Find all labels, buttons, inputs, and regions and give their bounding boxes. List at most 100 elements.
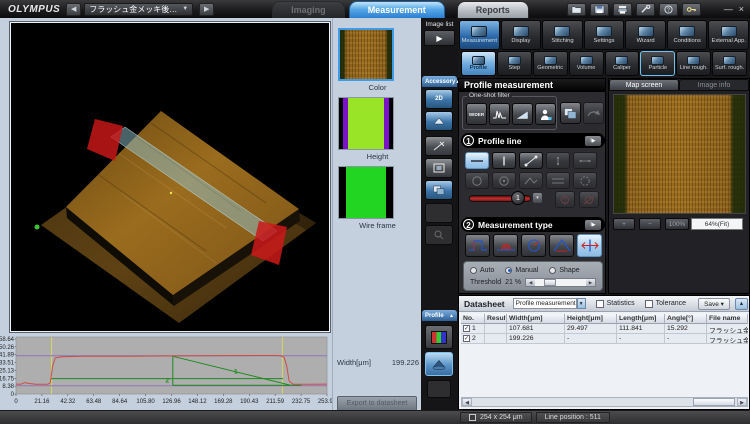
marker-add-button[interactable] (555, 191, 575, 208)
wider-filter-button[interactable]: WIDER (466, 103, 487, 125)
minimize-button[interactable]: — (724, 5, 733, 14)
line-dashed-circle-button[interactable] (573, 172, 597, 189)
accessory-2d-3d-toggle-button[interactable]: 2D (425, 89, 453, 109)
tools-button[interactable] (636, 3, 655, 16)
col-height[interactable]: Height[μm] (565, 314, 617, 324)
threshold-decrease-button[interactable]: ◀ (526, 279, 535, 286)
line-width-slider-knob[interactable]: 1 (511, 191, 525, 205)
ribbon-external-app-button[interactable]: External App. (708, 20, 749, 50)
ribbon-profile-button[interactable]: Profile (461, 51, 496, 76)
col-angle[interactable]: Angle[°] (665, 314, 707, 324)
tab-reports[interactable]: Reports (457, 1, 529, 18)
table-row[interactable]: ✓1 107.681 29.497 111.841 15.292 フラッシュ金 (461, 324, 748, 334)
profile-disabled-button[interactable] (427, 380, 451, 398)
ribbon-wizard-button[interactable]: Wizard (625, 20, 666, 50)
threshold-slider-thumb[interactable] (544, 279, 556, 286)
profile-color-view-button[interactable] (425, 325, 453, 349)
chevron-down-icon[interactable]: ▼ (577, 298, 586, 309)
row-checkbox[interactable]: ✓ (463, 325, 470, 332)
accessory-disabled-button[interactable] (425, 203, 453, 223)
ribbon-settings-button[interactable]: Settings (584, 20, 625, 50)
accessory-frame-button[interactable] (425, 158, 453, 178)
marker-delete-button[interactable] (579, 191, 599, 208)
datasheet-collapse-button[interactable]: ▲ (735, 298, 748, 310)
threshold-increase-button[interactable]: ▶ (586, 279, 595, 286)
statistics-checkbox[interactable] (596, 300, 604, 308)
profile-chart[interactable]: 08.3816.7525.1333.5141.8950.2658.64021.1… (0, 336, 332, 410)
ribbon-particle-button[interactable]: Particle (640, 51, 675, 76)
line-parallel-button[interactable] (546, 172, 570, 189)
line-horizontal-button[interactable] (465, 152, 489, 169)
image-compare-button[interactable] (560, 102, 581, 124)
line-free-button[interactable] (519, 152, 543, 169)
thumbnail-height[interactable] (338, 97, 394, 150)
accessory-measure-button[interactable] (425, 111, 453, 131)
section-apply-button[interactable]: I▶ (585, 220, 601, 230)
open-folder-button[interactable] (567, 3, 586, 16)
col-result[interactable]: Result (485, 314, 507, 324)
ribbon-geometric-button[interactable]: Geometric (533, 51, 568, 76)
ribbon-measurement-button[interactable]: Measurement (459, 20, 500, 50)
map-preview-image[interactable] (613, 94, 746, 214)
line-polyline-button[interactable] (519, 172, 543, 189)
ribbon-stitching-button[interactable]: Stitching (542, 20, 583, 50)
ribbon-conditions-button[interactable]: Conditions (667, 20, 708, 50)
section-apply-button[interactable]: I▶ (585, 136, 601, 146)
tab-measurement[interactable]: Measurement (349, 1, 445, 18)
prev-document-button[interactable]: ◀ (66, 3, 81, 16)
document-selector[interactable]: フラッシュ金メッキ後… ▼ (84, 3, 193, 16)
scroll-right-button[interactable]: ▶ (737, 398, 747, 406)
tolerance-checkbox[interactable] (645, 300, 653, 308)
print-button[interactable] (613, 3, 632, 16)
undo-filter-button[interactable] (583, 102, 604, 124)
tab-image-info[interactable]: Image info (679, 79, 749, 91)
image-list-button[interactable]: ▶ (424, 30, 455, 46)
col-no[interactable]: No. (461, 314, 485, 324)
map-zoom-100-button[interactable]: 100% (665, 218, 689, 230)
accessory-cut-button[interactable] (425, 136, 453, 156)
scrollbar-track[interactable] (472, 398, 737, 406)
line-vertical-button[interactable] (492, 152, 516, 169)
map-zoom-in-button[interactable]: + (613, 218, 635, 230)
auto-radio[interactable] (470, 267, 477, 274)
tilt-correction-button[interactable] (512, 103, 533, 125)
col-file-name[interactable]: File name (707, 314, 748, 324)
ribbon-volume-button[interactable]: Volume (569, 51, 604, 76)
accessory-header[interactable]: Accessory ▲ (422, 76, 457, 87)
datasheet-mode-select[interactable]: Profile measurement (513, 298, 577, 309)
thumbnail-wireframe[interactable] (338, 166, 394, 219)
col-width[interactable]: Width[μm] (507, 314, 565, 324)
save-button[interactable] (590, 3, 609, 16)
export-to-datasheet-button[interactable]: Export to datasheet (337, 396, 417, 411)
threshold-slider-track[interactable] (535, 279, 586, 286)
thumbnail-color[interactable] (338, 28, 394, 81)
type-area-button[interactable] (493, 234, 518, 257)
threshold-slider[interactable]: ◀ ▶ (525, 278, 596, 287)
map-zoom-out-button[interactable]: − (639, 218, 661, 230)
ribbon-caliper-button[interactable]: Caliper (605, 51, 640, 76)
row-checkbox[interactable]: ✓ (463, 335, 470, 342)
line-width-spinner[interactable]: ▾ (533, 193, 542, 203)
waveform-filter-button[interactable] (489, 103, 510, 125)
shape-radio[interactable] (549, 267, 556, 274)
3d-view[interactable] (10, 22, 330, 332)
accessory-image-pair-button[interactable] (425, 180, 453, 200)
col-length[interactable]: Length[μm] (617, 314, 665, 324)
scroll-left-button[interactable]: ◀ (462, 398, 472, 406)
save-dropdown-button[interactable]: Save ▾ (698, 298, 730, 310)
line-horizontal-multi-button[interactable] (573, 152, 597, 169)
tab-map-screen[interactable]: Map screen (609, 79, 679, 91)
line-circle-button[interactable] (465, 172, 489, 189)
accessory-search-button[interactable] (425, 225, 453, 245)
key-button[interactable] (682, 3, 701, 16)
map-zoom-value-field[interactable]: 64%(Fit) (691, 218, 743, 230)
help-button[interactable]: ? (659, 3, 678, 16)
type-circle-button[interactable] (521, 234, 546, 257)
type-step-button[interactable] (465, 234, 490, 257)
profile-strip-header[interactable]: Profile ▲ (422, 310, 457, 321)
next-document-button[interactable]: ▶ (199, 3, 214, 16)
ribbon-line-rough-button[interactable]: Line rough. (676, 51, 711, 76)
profile-3d-view-button[interactable] (425, 352, 453, 376)
line-circle-center-button[interactable] (492, 172, 516, 189)
ribbon-step-button[interactable]: Step (497, 51, 532, 76)
